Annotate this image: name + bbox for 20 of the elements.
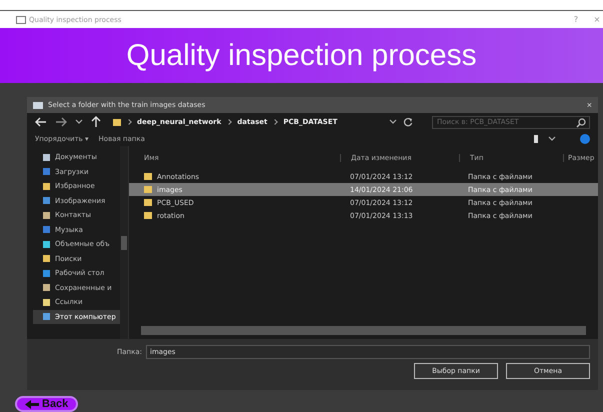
dialog-icon (33, 102, 43, 108)
app-icon (16, 16, 26, 24)
search-icon (576, 118, 586, 128)
header-title: Quality inspection process (126, 38, 477, 72)
up-arrow-icon[interactable] (91, 116, 101, 128)
forward-arrow-icon[interactable] (55, 117, 67, 127)
dropdown-caret-icon[interactable] (548, 136, 556, 142)
close-button[interactable]: × (586, 100, 592, 110)
scrollbar[interactable] (120, 146, 128, 339)
dropdown-caret-icon[interactable] (75, 119, 83, 125)
chevron-icon (272, 119, 278, 125)
back-arrow-icon (25, 400, 39, 408)
back-arrow-icon[interactable] (35, 117, 47, 127)
scrollbar[interactable] (141, 326, 586, 335)
dropdown-caret-icon[interactable] (389, 119, 397, 125)
refresh-icon[interactable] (403, 117, 413, 127)
chevron-icon (126, 119, 132, 125)
folder-icon (113, 118, 121, 126)
back-button[interactable]: Back (15, 396, 78, 412)
chevron-icon (226, 119, 232, 125)
